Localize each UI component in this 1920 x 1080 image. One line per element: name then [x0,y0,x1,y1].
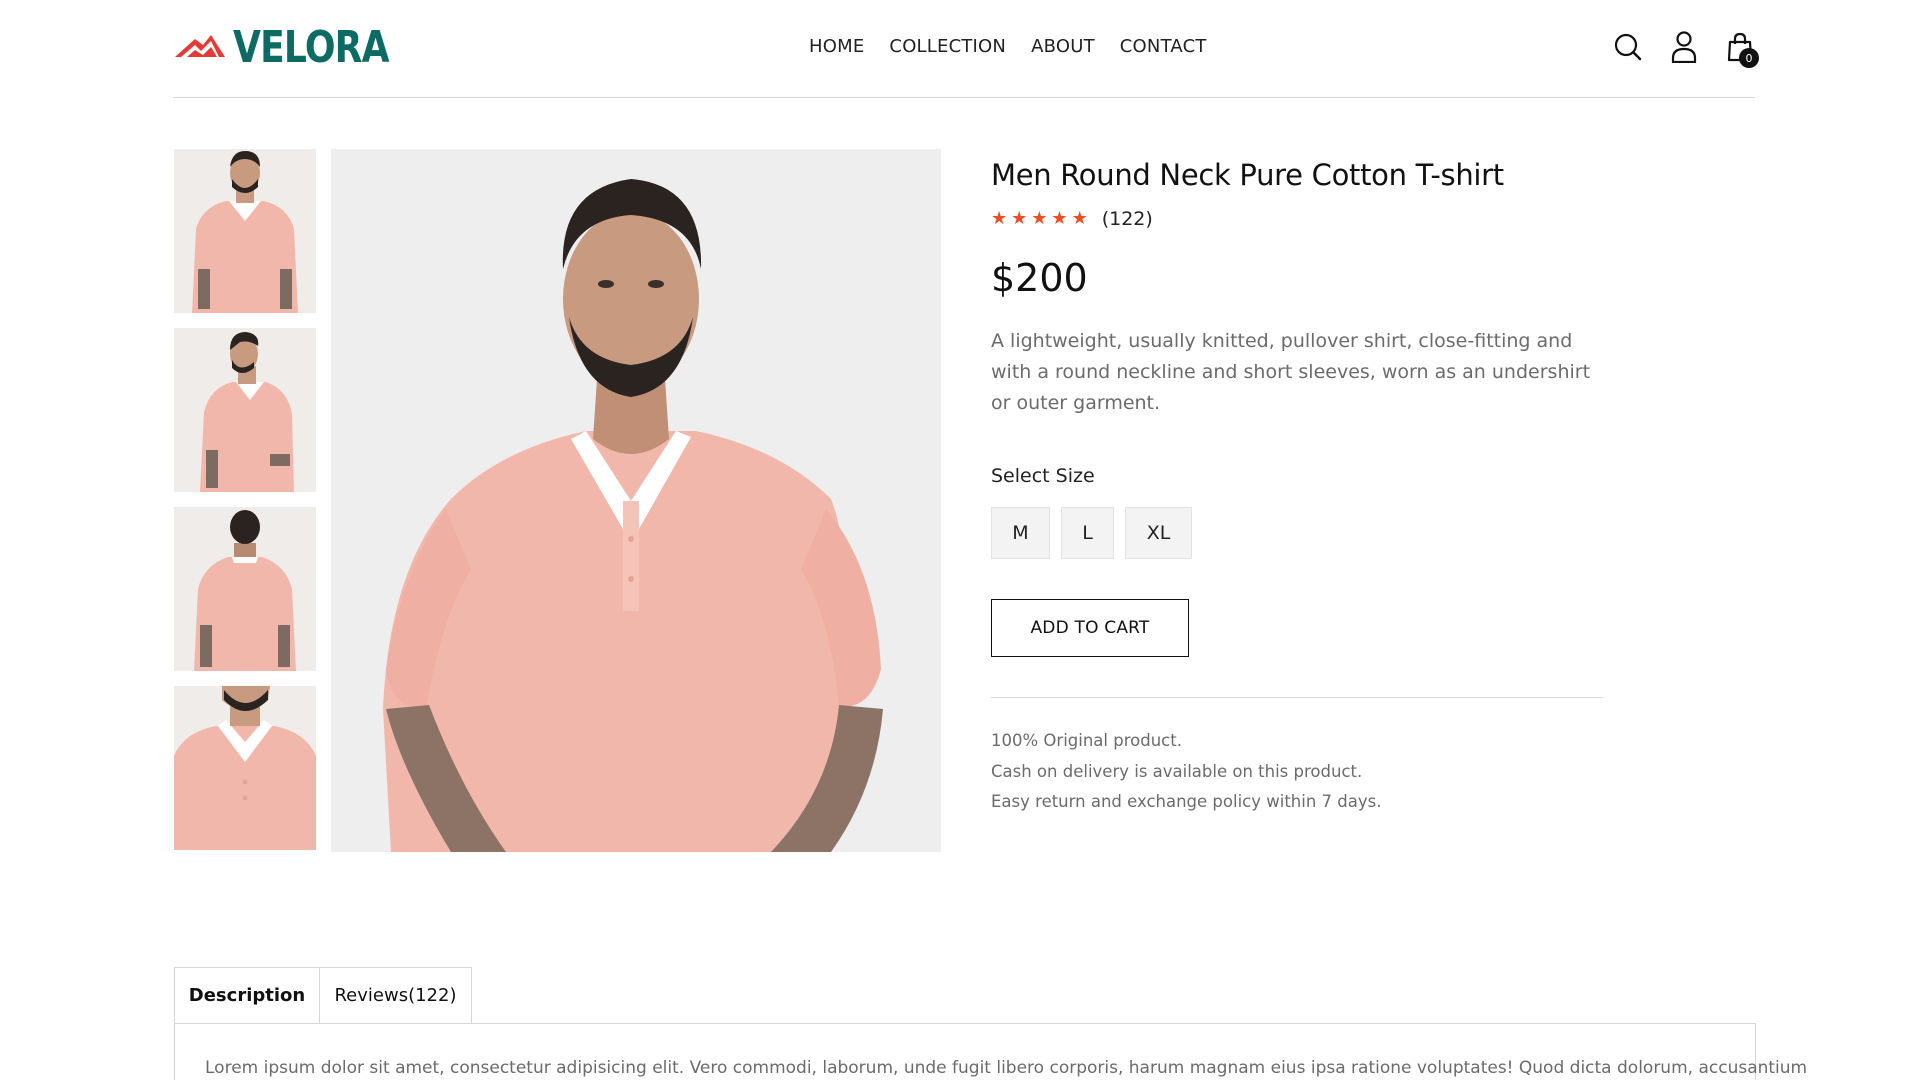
search-icon [1614,33,1642,61]
product-title: Men Round Neck Pure Cotton T-shirt [991,158,1504,192]
product-rating: ★ ★ ★ ★ ★ (122) [991,208,1603,230]
product-description: A lightweight, usually knitted, pullover… [991,330,1591,414]
tab-panel: Lorem ipsum dolor sit amet, consectetur … [174,1023,1807,1080]
search-button[interactable] [1613,30,1643,64]
thumbnail-back[interactable] [174,507,316,671]
nav-about[interactable]: ABOUT [1031,36,1095,57]
tab-description[interactable]: Description [174,967,320,1024]
thumbnail-front[interactable] [174,149,316,313]
size-options: M L XL [991,507,1603,559]
brand-name: VELORA [233,22,390,73]
main-product-image [331,149,941,852]
main-nav: HOME COLLECTION ABOUT CONTACT [809,36,1207,57]
brand-logo[interactable]: VELORA [173,24,423,72]
star-icon: ★ [1011,208,1028,229]
star-icon: ★ [1071,208,1088,229]
size-option-m[interactable]: M [991,507,1050,559]
product-photo [331,149,941,852]
header-icons: 0 [1613,30,1759,68]
divider [991,697,1603,698]
cart-button[interactable]: 0 [1725,30,1759,68]
thumbnail-closeup[interactable] [174,686,316,850]
star-icon: ★ [991,208,1008,229]
thumbnail-list [174,149,316,865]
add-to-cart-button[interactable]: ADD TO CART [991,599,1189,657]
product-tabs: Description Reviews(122) [174,967,472,1024]
thumbnail-image [174,507,316,671]
thumbnail-image [174,149,316,313]
nav-home[interactable]: HOME [809,36,864,57]
nav-contact[interactable]: CONTACT [1120,36,1207,57]
star-icon: ★ [1031,208,1048,229]
star-icon: ★ [1051,208,1068,229]
nav-collection[interactable]: COLLECTION [889,36,1006,57]
size-option-xl[interactable]: XL [1125,507,1192,559]
tab-reviews[interactable]: Reviews(122) [320,967,472,1024]
thumbnail-image [174,686,316,850]
thumbnail-image [174,328,316,492]
profile-button[interactable] [1669,30,1699,64]
product-info: Men Round Neck Pure Cotton T-shirt ★ ★ ★… [991,158,1603,818]
size-label: Select Size [991,465,1095,487]
feature-item: Cash on delivery is available on this pr… [991,761,1363,781]
thumbnail-side[interactable] [174,328,316,492]
product-price: $200 [991,256,1088,300]
user-icon [1671,31,1697,63]
product-features: 100% Original product. Cash on delivery … [991,726,1603,818]
mountain-logo-icon [175,35,225,57]
site-header: VELORA HOME COLLECTION ABOUT CONTACT 0 [173,0,1759,98]
size-option-l[interactable]: L [1061,507,1114,559]
rating-count: (122) [1101,208,1153,230]
cart-count-badge: 0 [1739,48,1759,68]
description-text: Lorem ipsum dolor sit amet, consectetur … [205,1058,1808,1078]
feature-item: Easy return and exchange policy within 7… [991,792,1382,811]
feature-item: 100% Original product. [991,731,1182,750]
